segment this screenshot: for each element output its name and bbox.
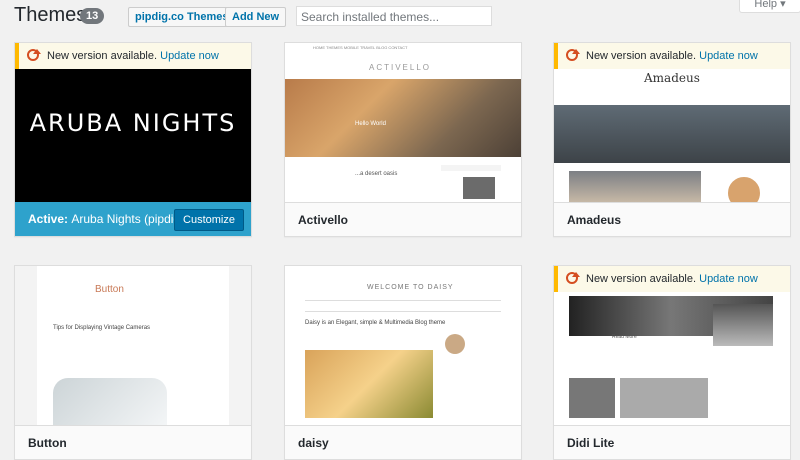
update-notice: New version available. Update now: [554, 43, 790, 69]
active-theme-name: Aruba Nights (pipdig): [71, 212, 185, 226]
theme-card-button[interactable]: Button Tips for Displaying Vintage Camer…: [14, 265, 252, 460]
pipdig-themes-button[interactable]: pipdig.co Themes: [128, 7, 236, 27]
update-now-link[interactable]: Update now: [160, 50, 219, 62]
update-notice: New version available. Update now: [15, 43, 251, 69]
theme-card-aruba-nights[interactable]: ARUBA NIGHTS New version available. Upda…: [14, 42, 252, 237]
preview-sidebar: [441, 165, 501, 171]
themes-header: Themes 13 pipdig.co Themes Add New Searc…: [0, 0, 800, 36]
page-title: Themes: [14, 4, 87, 26]
search-themes-input[interactable]: Search installed themes...: [296, 6, 492, 26]
notice-text: New version available.: [586, 273, 697, 285]
update-notice: New version available. Update now: [554, 266, 790, 292]
preview-logo: Amadeus: [644, 71, 700, 85]
theme-name: daisy: [285, 425, 521, 459]
preview-image: [305, 350, 433, 418]
customize-button[interactable]: Customize: [174, 209, 244, 231]
theme-name: Button: [15, 425, 251, 459]
preview-heading: Tips for Displaying Vintage Cameras: [53, 325, 151, 331]
preview-hero-caption: Hello World: [355, 121, 386, 127]
preview-nav: [305, 300, 501, 312]
preview-nav: HOME THEMES MOBILE TRAVEL BLOG CONTACT: [313, 45, 408, 50]
preview-side-image: [713, 304, 773, 346]
preview-heading: ...a desert oasis: [355, 171, 398, 177]
refresh-icon: [566, 272, 580, 284]
preview-logo: WELCOME TO DAISY: [367, 284, 454, 291]
preview-hero-image: [285, 79, 521, 157]
preview-post-image-2: [620, 378, 708, 418]
add-new-button[interactable]: Add New: [225, 7, 287, 27]
preview-sidebar: [175, 318, 225, 418]
theme-card-amadeus[interactable]: Amadeus New version available. Update no…: [553, 42, 791, 237]
preview-text-block: [53, 334, 157, 364]
theme-screenshot[interactable]: HOME THEMES MOBILE TRAVEL BLOG CONTACT A…: [285, 43, 521, 202]
active-label: Active:: [28, 212, 69, 226]
theme-card-activello[interactable]: HOME THEMES MOBILE TRAVEL BLOG CONTACT A…: [284, 42, 522, 237]
preview-text: ARUBA NIGHTS: [29, 108, 237, 137]
preview-widget-image: [463, 177, 495, 199]
theme-card-didi-lite[interactable]: Read More New version available. Update …: [553, 265, 791, 460]
preview-post-image: [569, 378, 615, 418]
preview-title: Button: [95, 284, 124, 295]
preview-hero-image: [554, 105, 790, 163]
update-now-link[interactable]: Update now: [699, 273, 758, 285]
theme-name-bar: Active: Aruba Nights (pipdig) Customize: [15, 202, 251, 236]
preview-title: Daisy is an Elegant, simple & Multimedia…: [305, 320, 446, 326]
preview-heading: Read More: [612, 334, 637, 340]
update-now-link[interactable]: Update now: [699, 50, 758, 62]
theme-screenshot[interactable]: Button Tips for Displaying Vintage Camer…: [15, 266, 251, 425]
theme-screenshot[interactable]: WELCOME TO DAISY Daisy is an Elegant, si…: [285, 266, 521, 425]
theme-card-daisy[interactable]: WELCOME TO DAISY Daisy is an Elegant, si…: [284, 265, 522, 460]
preview-logo: ACTIVELLO: [369, 63, 432, 72]
preview-image: [53, 378, 167, 425]
preview-post-image: [569, 171, 701, 202]
preview-avatar: [726, 175, 762, 202]
theme-name: Didi Lite: [554, 425, 790, 459]
refresh-icon: [566, 49, 580, 61]
theme-name: Activello: [285, 202, 521, 236]
preview-sidebar: [719, 384, 767, 419]
help-tab[interactable]: Help ▾: [739, 0, 800, 13]
theme-name: Amadeus: [554, 202, 790, 236]
preview-avatar: [445, 334, 465, 354]
notice-text: New version available.: [47, 50, 158, 62]
refresh-icon: [27, 49, 41, 61]
notice-text: New version available.: [586, 50, 697, 62]
theme-count-badge: 13: [80, 8, 105, 24]
